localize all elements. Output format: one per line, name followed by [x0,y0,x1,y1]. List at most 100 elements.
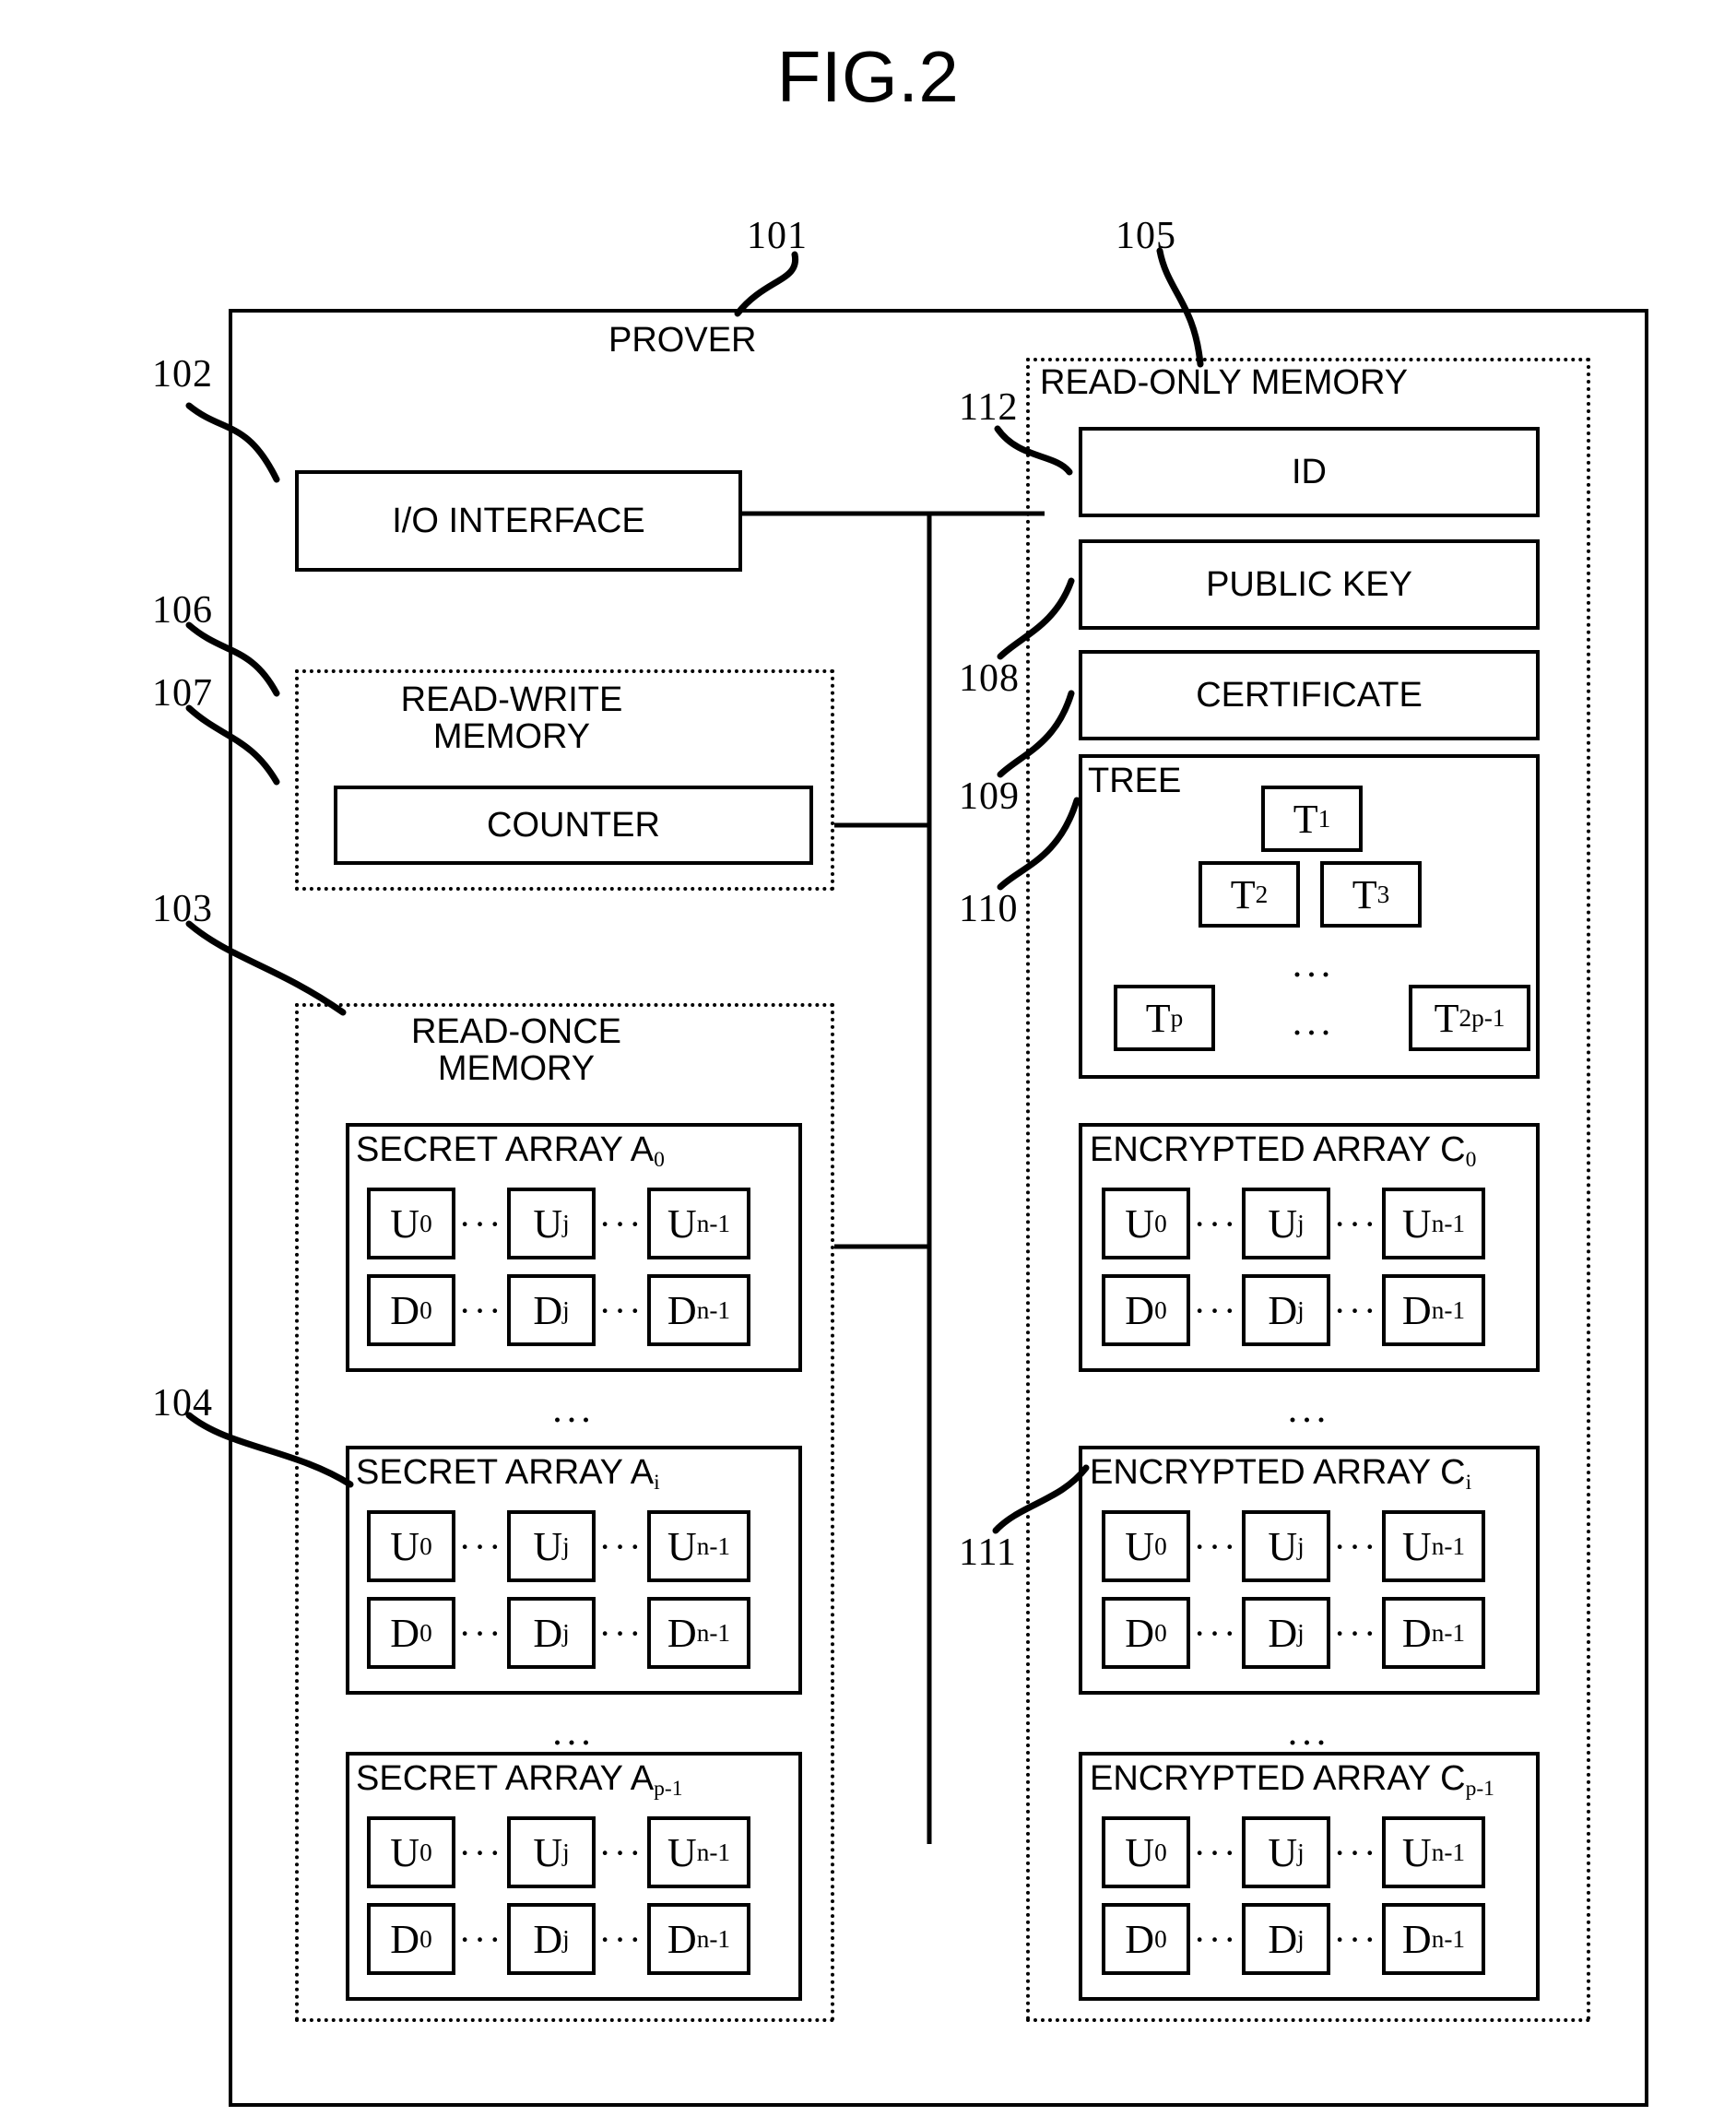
ellipsis: ··· [598,1525,644,1567]
cell-uj: Uj [1242,1510,1330,1582]
secret-arrays-ellipsis-2: ... [552,1711,596,1754]
counter-box: COUNTER [334,786,813,865]
secret-array-0-row-d: D0 ··· Dj ··· Dn-1 [367,1274,750,1346]
encrypted-array-p1-row-u: U0 ··· Uj ··· Un-1 [1102,1816,1485,1888]
cell-dj: Dj [507,1597,596,1669]
read-once-memory-label-line2: MEMORY [437,1048,596,1088]
secret-array-p1-row-d: D0 ··· Dj ··· Dn-1 [367,1903,750,1975]
cell-uj: Uj [507,1816,596,1888]
ellipsis: ··· [458,1918,504,1960]
figure-title: FIG.2 [776,36,960,117]
tree-node-t2: T2 [1199,861,1300,928]
cell-dj: Dj [1242,1903,1330,1975]
cell-u0: U0 [367,1816,455,1888]
tree-ellipsis-middle: ... [1292,943,1336,986]
ref-104: 104 [152,1382,213,1425]
read-only-memory-label: READ-ONLY MEMORY [1040,363,1409,402]
cell-dj: Dj [1242,1274,1330,1346]
cell-dn1: Dn-1 [1382,1903,1485,1975]
tree-node-tp: Tp [1114,985,1215,1051]
cell-d0: D0 [1102,1903,1190,1975]
encrypted-array-i-title-prefix: ENCRYPTED ARRAY C [1090,1453,1466,1492]
ref-102: 102 [152,353,213,396]
cell-uj: Uj [507,1510,596,1582]
secret-array-p1-title-prefix: SECRET ARRAY A [356,1759,655,1798]
secret-array-p1-title-sub: p-1 [654,1776,683,1801]
encrypted-array-0-title: ENCRYPTED ARRAY C0 [1090,1130,1477,1172]
cell-u0: U0 [367,1510,455,1582]
tree-label: TREE [1088,762,1182,800]
secret-array-i-title: SECRET ARRAY Ai [356,1454,660,1495]
encrypted-array-i-title: ENCRYPTED ARRAY Ci [1090,1453,1471,1495]
ref-112: 112 [959,386,1019,429]
cell-un1: Un-1 [1382,1510,1485,1582]
cell-d0: D0 [1102,1274,1190,1346]
cell-un1: Un-1 [1382,1816,1485,1888]
cell-u0: U0 [367,1188,455,1259]
ellipsis: ··· [598,1202,644,1245]
ellipsis: ··· [598,1831,644,1874]
ref-110: 110 [959,888,1019,930]
encrypted-array-i-row-u: U0 ··· Uj ··· Un-1 [1102,1510,1485,1582]
secret-array-0-row-u: U0 ··· Uj ··· Un-1 [367,1188,750,1259]
cell-dn1: Dn-1 [1382,1274,1485,1346]
cell-uj: Uj [507,1188,596,1259]
cell-dj: Dj [507,1274,596,1346]
ellipsis: ··· [1193,1525,1239,1567]
encrypted-array-0-row-u: U0 ··· Uj ··· Un-1 [1102,1188,1485,1259]
cell-d0: D0 [367,1274,455,1346]
ellipsis: ··· [458,1289,504,1331]
ellipsis: ··· [1333,1289,1379,1331]
public-key-box: PUBLIC KEY [1079,539,1540,630]
secret-array-p1-row-u: U0 ··· Uj ··· Un-1 [367,1816,750,1888]
ellipsis: ··· [598,1918,644,1960]
ellipsis: ··· [458,1525,504,1567]
encrypted-array-0-row-d: D0 ··· Dj ··· Dn-1 [1102,1274,1485,1346]
cell-u0: U0 [1102,1510,1190,1582]
ellipsis: ··· [1333,1525,1379,1567]
read-once-memory-label-line1: READ-ONCE [410,1012,622,1051]
ref-109: 109 [959,775,1020,818]
tree-node-t2p1: T 2p-1 [1409,985,1530,1051]
read-write-memory-label: READ-WRITE MEMORY [360,681,664,756]
io-interface-box: I/O INTERFACE [295,470,742,572]
encrypted-arrays-ellipsis-1: ... [1287,1389,1331,1431]
cell-d0: D0 [367,1903,455,1975]
cell-d0: D0 [1102,1597,1190,1669]
cell-dj: Dj [507,1903,596,1975]
encrypted-array-0-title-sub: 0 [1465,1147,1477,1172]
ellipsis: ··· [1193,1289,1239,1331]
ellipsis: ··· [458,1612,504,1654]
ellipsis: ··· [458,1831,504,1874]
ellipsis: ··· [1193,1831,1239,1874]
cell-dn1: Dn-1 [647,1274,750,1346]
cell-dj: Dj [1242,1597,1330,1669]
ellipsis: ··· [1333,1612,1379,1654]
io-interface-label: I/O INTERFACE [392,501,645,540]
counter-label: COUNTER [487,805,660,845]
secret-array-0-title-prefix: SECRET ARRAY A [356,1130,655,1169]
ref-105: 105 [1116,215,1176,257]
certificate-label: CERTIFICATE [1196,675,1423,715]
ref-103: 103 [152,888,213,930]
encrypted-array-0-title-prefix: ENCRYPTED ARRAY C [1090,1130,1466,1169]
id-box: ID [1079,427,1540,517]
ellipsis: ··· [598,1612,644,1654]
encrypted-array-p1-title: ENCRYPTED ARRAY Cp-1 [1090,1759,1494,1801]
secret-array-0-title: SECRET ARRAY A0 [356,1130,665,1172]
ellipsis: ··· [1193,1612,1239,1654]
ellipsis: ··· [1333,1918,1379,1960]
figure-page: FIG.2 PROVER I/O INTERFACE READ-WRITE ME… [0,0,1736,2128]
ref-107: 107 [152,672,213,715]
tree-node-t3: T3 [1320,861,1422,928]
cell-uj: Uj [1242,1816,1330,1888]
ellipsis: ··· [1193,1202,1239,1245]
secret-arrays-ellipsis-1: ... [552,1389,596,1431]
encrypted-array-p1-title-prefix: ENCRYPTED ARRAY C [1090,1759,1466,1798]
ellipsis: ··· [1333,1202,1379,1245]
read-write-memory-label-line2: MEMORY [432,716,591,756]
id-label: ID [1292,452,1327,491]
secret-array-i-title-sub: i [654,1470,660,1495]
tree-node-t1: T1 [1261,786,1363,852]
cell-u0: U0 [1102,1816,1190,1888]
